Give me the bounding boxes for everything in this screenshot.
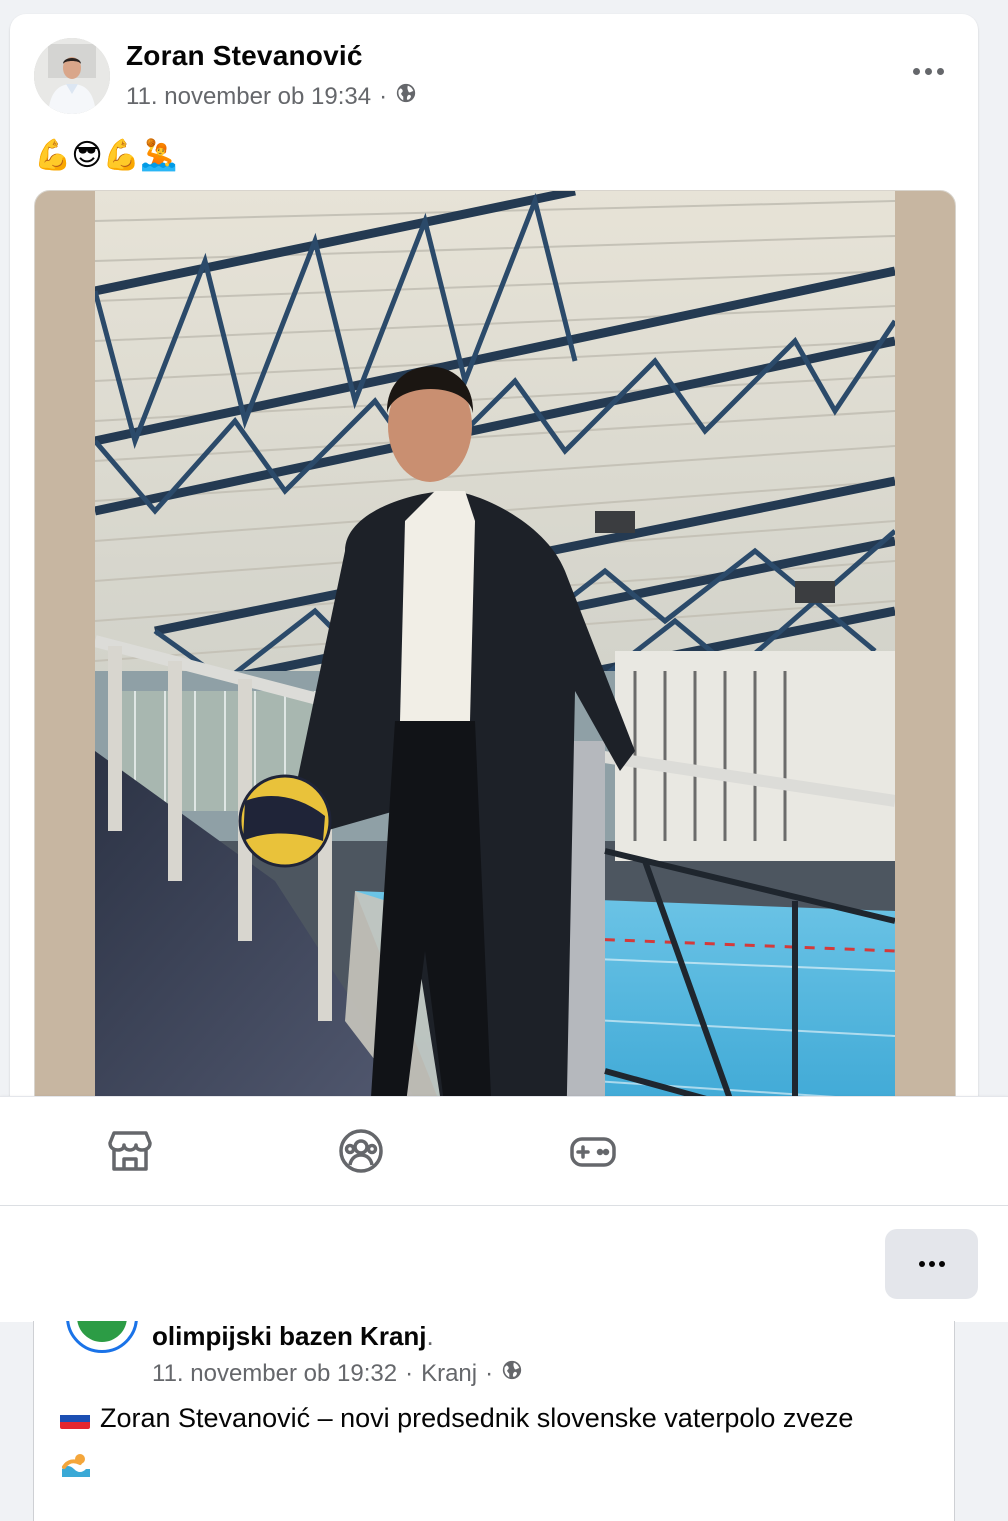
post-card: Zoran Stevanović 11. november ob 19:34 ·… — [10, 14, 978, 1164]
slovenia-flag-icon — [60, 1408, 90, 1429]
post-text: 💪😎💪🤽 — [34, 138, 178, 173]
more-horizontal-icon[interactable] — [906, 54, 950, 88]
shared-post: olimpijski bazen Kranj. 11. november ob … — [33, 1321, 955, 1521]
more-horizontal-icon — [918, 1261, 945, 1267]
shared-post-timestamp[interactable]: 11. november ob 19:32 — [152, 1360, 397, 1388]
shared-post-text: Zoran Stevanović – novi predsednik slove… — [100, 1403, 854, 1433]
shared-author-name[interactable]: olimpijski bazen Kranj. — [152, 1321, 434, 1352]
bottom-navigation — [0, 1096, 1008, 1205]
post-meta: 11. november ob 19:34 · — [126, 82, 417, 111]
meta-separator: · — [405, 1359, 414, 1387]
shared-post-meta: 11. november ob 19:32 · Kranj · — [152, 1359, 523, 1388]
shared-author-label[interactable]: olimpijski bazen Kranj — [152, 1321, 427, 1351]
shared-post-location[interactable]: Kranj — [421, 1360, 477, 1388]
post-timestamp[interactable]: 11. november ob 19:34 — [126, 83, 371, 111]
meta-separator: · — [379, 82, 388, 110]
post-photo[interactable] — [95, 191, 895, 1164]
more-options-button[interactable] — [885, 1229, 978, 1299]
page-logo[interactable] — [66, 1321, 138, 1353]
globe-icon — [501, 1359, 523, 1388]
swimmer-emoji-icon — [60, 1451, 92, 1484]
author-avatar[interactable] — [34, 38, 110, 114]
shared-post-text-row: Zoran Stevanović – novi predsednik slove… — [60, 1403, 853, 1434]
globe-icon — [395, 82, 417, 111]
post-photo-frame[interactable] — [34, 190, 956, 1164]
author-suffix: . — [426, 1321, 434, 1351]
secondary-toolbar — [0, 1205, 1008, 1322]
gaming-icon[interactable] — [567, 1125, 619, 1177]
marketplace-icon[interactable] — [104, 1125, 156, 1177]
author-name[interactable]: Zoran Stevanović — [126, 40, 363, 72]
groups-icon[interactable] — [335, 1125, 387, 1177]
meta-separator: · — [485, 1359, 494, 1387]
